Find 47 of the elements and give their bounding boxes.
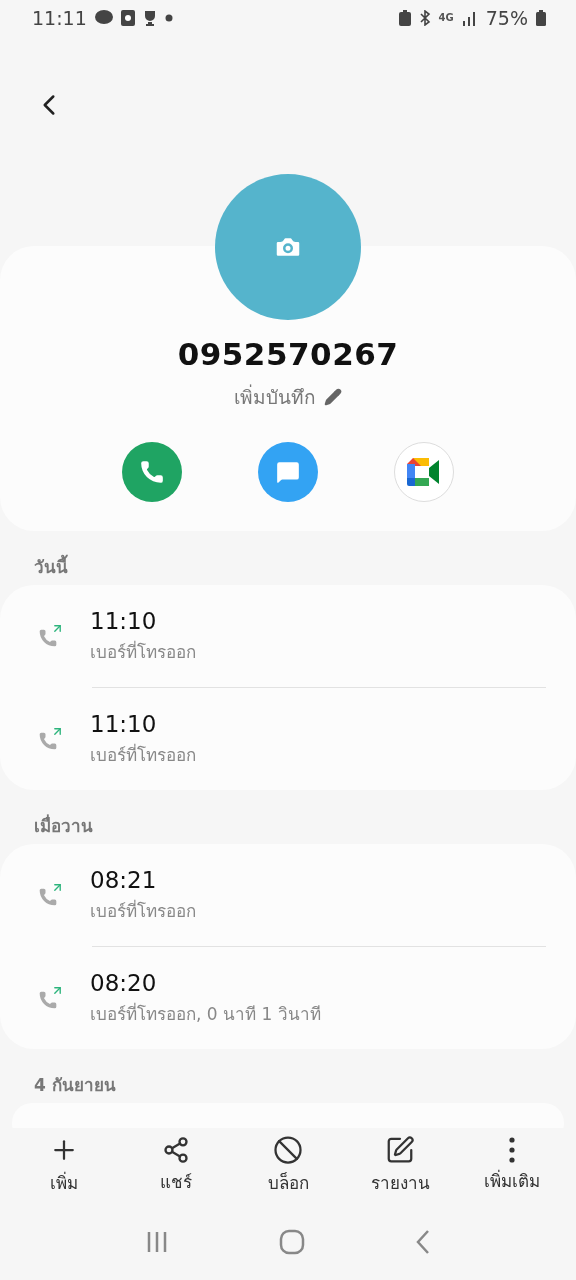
square-pen-icon [385, 1135, 415, 1165]
call-time: 08:20 [90, 969, 158, 996]
toolbar-button[interactable]: เพิ่ม [14, 1135, 114, 1196]
message-button[interactable] [258, 442, 318, 502]
call-type: เบอร์ที่โทรออก, 0 นาที 1 วินาที [90, 1001, 321, 1026]
battery-percent: 75% [485, 7, 528, 29]
block-icon [273, 1135, 303, 1165]
recent-apps-button[interactable] [145, 1229, 169, 1254]
call-log-item[interactable]: 08:21 เบอร์ที่โทรออก [0, 844, 546, 946]
toolbar-button[interactable]: รายงาน [350, 1135, 450, 1196]
outgoing-call-icon [38, 883, 62, 907]
signal-icon [461, 10, 478, 26]
network-type: 4G [438, 13, 454, 23]
date-header: วันนี้ [0, 531, 576, 585]
call-log-item[interactable]: 11:10 เบอร์ที่โทรออก [0, 585, 546, 687]
call-log-item[interactable]: 11:10 เบอร์ที่โทรออก [92, 687, 546, 790]
pencil-icon [324, 388, 342, 406]
status-time: 11:11 [32, 7, 87, 29]
dot-icon [164, 14, 173, 22]
video-camera-icon [407, 458, 441, 486]
outgoing-call-icon [38, 624, 62, 648]
call-time: 08:21 [90, 866, 158, 893]
nav-back-button[interactable] [415, 1228, 431, 1255]
call-type: เบอร์ที่โทรออก [90, 742, 196, 767]
battery-icon [536, 10, 546, 26]
phone-icon [139, 459, 165, 485]
call-time: 11:10 [90, 607, 158, 634]
toolbar-button[interactable]: เพิ่มเติม [462, 1137, 562, 1194]
toolbar-button[interactable]: บล็อก [238, 1135, 338, 1196]
outgoing-call-icon [38, 727, 62, 751]
phone-number: 0952570267 [177, 336, 399, 372]
message-icon [275, 459, 301, 485]
call-button[interactable] [122, 442, 182, 502]
bluetooth-icon [418, 10, 431, 26]
add-note-button[interactable]: เพิ่มบันทึก [234, 382, 342, 412]
toolbar-button[interactable]: แชร์ [126, 1136, 226, 1195]
more-icon [509, 1137, 515, 1163]
date-header: เมื่อวาน [33, 813, 94, 838]
date-header: 4 กันยายน [33, 1074, 117, 1097]
call-time: 11:10 [90, 710, 158, 737]
trophy-icon [142, 10, 157, 26]
share-icon [162, 1136, 190, 1164]
call-log-item[interactable]: 08:20 เบอร์ที่โทรออก, 0 นาที 1 วินาที [92, 946, 546, 1049]
outgoing-call-icon [38, 986, 62, 1010]
call-type: เบอร์ที่โทรออก [90, 639, 196, 664]
home-button[interactable] [279, 1228, 305, 1255]
call-type: เบอร์ที่โทรออก [90, 898, 196, 923]
